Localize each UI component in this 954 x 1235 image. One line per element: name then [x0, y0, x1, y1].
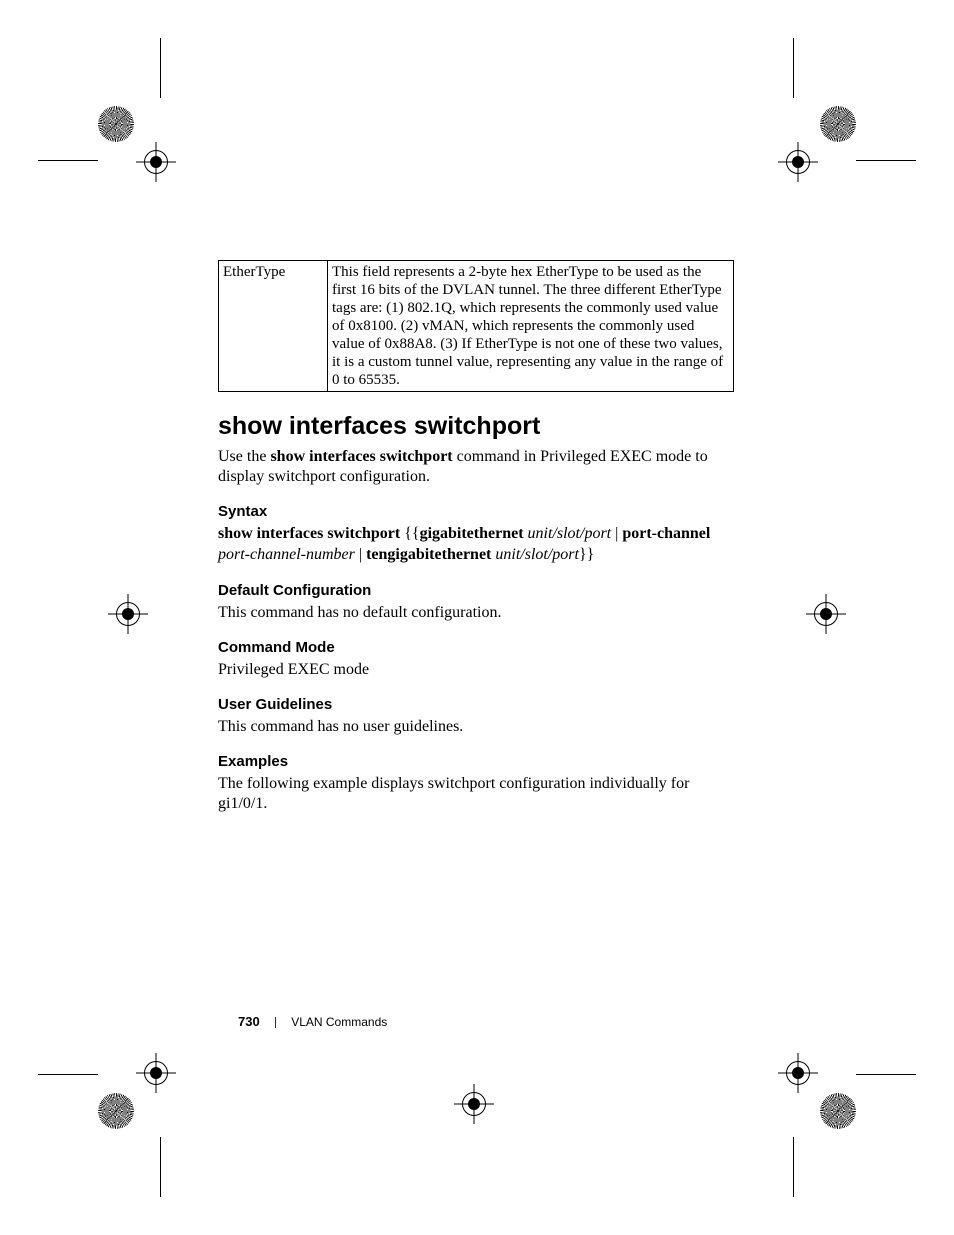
examples-body: The following example displays switchpor…: [218, 774, 734, 814]
text: {{: [400, 525, 419, 542]
kw-port-channel: port-channel: [622, 525, 710, 542]
footer-section: VLAN Commands: [291, 1015, 387, 1029]
command-title: show interfaces switchport: [218, 412, 734, 441]
default-config-body: This command has no default configuratio…: [218, 603, 734, 623]
ethertype-table: EtherType This field represents a 2-byte…: [218, 260, 734, 392]
arg-unit-slot-port: unit/slot/port: [528, 525, 612, 542]
command-intro: Use the show interfaces switchport comma…: [218, 447, 734, 487]
command-mode-body: Privileged EXEC mode: [218, 660, 734, 680]
arg-port-channel-number: port-channel-number: [218, 546, 355, 563]
arg-unit-slot-port-2: unit/slot/port: [495, 546, 579, 563]
kw-gigabitethernet: gigabitethernet: [420, 525, 524, 542]
heading-user-guidelines: User Guidelines: [218, 696, 734, 713]
heading-command-mode: Command Mode: [218, 639, 734, 656]
footer-separator: [275, 1017, 276, 1028]
page-number: 730: [238, 1014, 260, 1029]
text: Use the: [218, 448, 270, 465]
heading-default-config: Default Configuration: [218, 582, 734, 599]
page-footer: 730 VLAN Commands: [238, 1014, 387, 1030]
syntax-line: show interfaces switchport {{gigabitethe…: [218, 524, 734, 566]
syntax-cmd: show interfaces switchport: [218, 525, 400, 542]
text: }}: [579, 546, 594, 563]
text: |: [355, 546, 366, 563]
heading-examples: Examples: [218, 753, 734, 770]
command-name-bold: show interfaces switchport: [270, 448, 452, 465]
user-guidelines-body: This command has no user guidelines.: [218, 717, 734, 737]
table-cell-desc: This field represents a 2-byte hex Ether…: [328, 261, 734, 392]
heading-syntax: Syntax: [218, 503, 734, 520]
table-row: EtherType This field represents a 2-byte…: [219, 261, 734, 392]
table-cell-term: EtherType: [219, 261, 328, 392]
page-content: EtherType This field represents a 2-byte…: [218, 260, 734, 824]
text: |: [611, 525, 622, 542]
kw-tengigabitethernet: tengigabitethernet: [366, 546, 491, 563]
